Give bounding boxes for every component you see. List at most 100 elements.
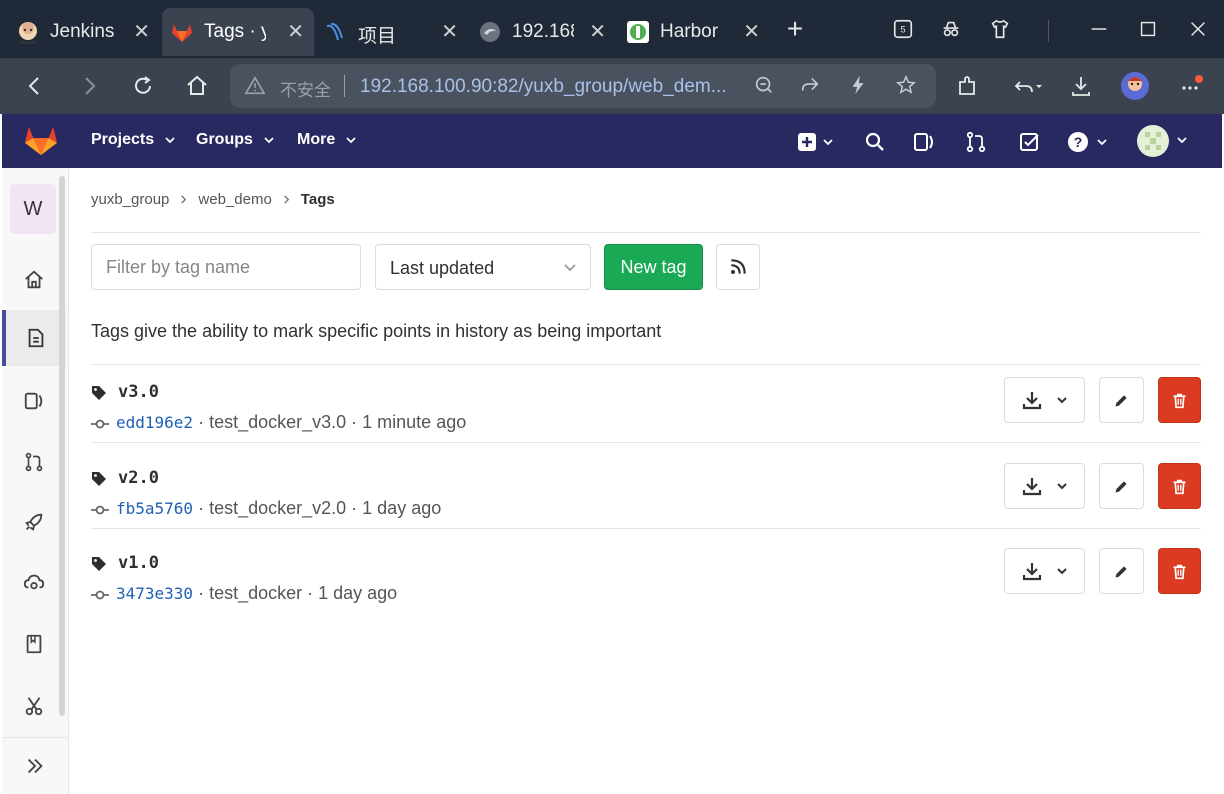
commit-time: 1 day ago <box>362 498 442 518</box>
nav-projects-label: Projects <box>91 131 155 148</box>
breadcrumb-group[interactable]: yuxb_group <box>91 191 169 208</box>
extension-shirt-icon[interactable] <box>985 14 1015 44</box>
help-dropdown-button[interactable]: ? <box>1066 130 1112 154</box>
more-menu-icon[interactable] <box>1176 71 1206 101</box>
close-icon[interactable]: ✕ <box>743 19 760 44</box>
merge-requests-icon[interactable] <box>964 130 988 154</box>
sidebar-item-ci-cd[interactable] <box>2 494 66 550</box>
sidebar-item-snippets[interactable] <box>2 678 66 734</box>
sidebar-item-issues[interactable] <box>2 373 66 429</box>
download-icon <box>1022 392 1041 410</box>
browser-tab-strip: Jenkins ✕ Tags · y ✕ 项目 ✕ 192.168 ✕ Harb… <box>0 0 1224 58</box>
commit-sha-link[interactable]: 3473e330 <box>116 584 193 603</box>
tag-row: v2.0 fb5a5760 · test_docker_v2.0 · 1 day… <box>91 463 1201 557</box>
tag-name[interactable]: v2.0 <box>118 468 159 488</box>
address-bar[interactable]: 不安全 192.168.100.90:82/yuxb_group/web_dem… <box>230 64 936 108</box>
tab-label: Harbor <box>660 21 719 42</box>
search-icon[interactable] <box>863 130 887 154</box>
breadcrumb-current[interactable]: Tags <box>301 191 335 208</box>
project-sidebar: W <box>2 168 69 794</box>
edit-tag-button[interactable] <box>1099 463 1144 509</box>
home-icon <box>25 270 43 289</box>
sort-dropdown[interactable]: Last updated <box>375 244 591 290</box>
download-dropdown-button[interactable] <box>1004 377 1085 423</box>
delete-tag-button[interactable] <box>1158 548 1201 594</box>
new-dropdown-button[interactable] <box>796 130 836 154</box>
tab-label: Tags · y <box>204 21 266 42</box>
sidebar-item-project-home[interactable] <box>2 252 66 308</box>
profile-avatar[interactable] <box>1120 71 1150 101</box>
rss-feed-button[interactable] <box>716 244 760 290</box>
tab-count-icon[interactable]: 5 <box>888 14 918 44</box>
user-avatar-dropdown[interactable] <box>1136 124 1190 158</box>
home-icon[interactable] <box>182 71 212 101</box>
back-icon[interactable] <box>20 71 50 101</box>
gitlab-logo[interactable] <box>24 124 58 158</box>
tab-ip[interactable]: 192.168 ✕ <box>470 8 616 56</box>
sidebar-item-wiki[interactable] <box>2 616 66 672</box>
maximize-icon[interactable] <box>1133 14 1163 44</box>
share-icon[interactable] <box>798 74 822 98</box>
warning-icon <box>244 76 266 95</box>
sidebar-item-operations[interactable] <box>2 554 66 610</box>
cloud-gear-icon <box>23 574 45 590</box>
commit-message[interactable]: test_docker_v2.0 <box>209 498 346 518</box>
nav-groups[interactable]: Groups <box>196 131 275 149</box>
delete-tag-button[interactable] <box>1158 377 1201 423</box>
tab-gitlab-tags[interactable]: Tags · y ✕ <box>162 8 314 56</box>
new-tag-button[interactable]: New tag <box>604 244 703 290</box>
edge-icon <box>480 22 500 42</box>
commit-sha-link[interactable]: edd196e2 <box>116 413 193 432</box>
delete-tag-button[interactable] <box>1158 463 1201 509</box>
edit-tag-button[interactable] <box>1099 377 1144 423</box>
tag-commit-meta: edd196e2 · test_docker_v3.0 · 1 minute a… <box>116 412 467 432</box>
close-icon[interactable]: ✕ <box>589 19 606 44</box>
tab-project[interactable]: 项目 ✕ <box>316 8 468 56</box>
star-icon[interactable] <box>894 74 918 98</box>
tag-row: v3.0 edd196e2 · test_docker_v3.0 · 1 min… <box>91 377 1201 471</box>
minimize-icon[interactable] <box>1084 14 1114 44</box>
window-close-icon[interactable] <box>1183 14 1213 44</box>
new-tab-button[interactable]: + <box>780 14 810 44</box>
undo-dropdown-icon[interactable] <box>1008 71 1048 101</box>
scissors-icon <box>25 697 43 716</box>
breadcrumb-project[interactable]: web_demo <box>198 191 271 208</box>
zoom-icon[interactable] <box>752 74 776 98</box>
url-text[interactable]: 192.168.100.90:82/yuxb_group/web_dem... <box>360 76 740 98</box>
issues-icon[interactable] <box>912 130 936 154</box>
tag-filter-input[interactable] <box>91 244 361 290</box>
project-icon <box>326 22 343 41</box>
nav-projects[interactable]: Projects <box>91 131 176 149</box>
svg-text:?: ? <box>1074 134 1083 150</box>
tab-harbor[interactable]: Harbor ✕ <box>618 8 770 56</box>
download-dropdown-button[interactable] <box>1004 548 1085 594</box>
sidebar-item-repository[interactable] <box>2 310 66 366</box>
commit-message[interactable]: test_docker <box>209 583 302 603</box>
tab-jenkins[interactable]: Jenkins ✕ <box>8 8 160 56</box>
download-icon[interactable] <box>1066 71 1096 101</box>
commit-message[interactable]: test_docker_v3.0 <box>209 412 346 432</box>
extensions-icon[interactable] <box>953 71 983 101</box>
incognito-icon[interactable] <box>936 14 966 44</box>
close-icon[interactable]: ✕ <box>287 19 304 44</box>
chevron-down-icon <box>264 137 274 144</box>
edit-tag-button[interactable] <box>1099 548 1144 594</box>
close-icon[interactable]: ✕ <box>133 19 150 44</box>
commit-sha-link[interactable]: fb5a5760 <box>116 499 193 518</box>
lightning-icon[interactable] <box>846 74 870 98</box>
todos-icon[interactable] <box>1018 130 1042 154</box>
project-avatar[interactable]: W <box>10 184 56 234</box>
nav-more[interactable]: More <box>297 131 357 149</box>
sidebar-scrollbar[interactable] <box>59 176 65 716</box>
tag-name[interactable]: v3.0 <box>118 382 159 402</box>
sidebar-item-merge-requests[interactable] <box>2 434 66 490</box>
chevron-down-icon <box>165 137 175 144</box>
divider <box>91 442 1201 443</box>
chevron-right-icon <box>284 195 290 204</box>
tag-name[interactable]: v1.0 <box>118 553 159 573</box>
collapse-sidebar-button[interactable] <box>2 737 68 794</box>
download-dropdown-button[interactable] <box>1004 463 1085 509</box>
reload-icon[interactable] <box>128 71 158 101</box>
forward-icon[interactable] <box>74 71 104 101</box>
close-icon[interactable]: ✕ <box>441 19 458 44</box>
